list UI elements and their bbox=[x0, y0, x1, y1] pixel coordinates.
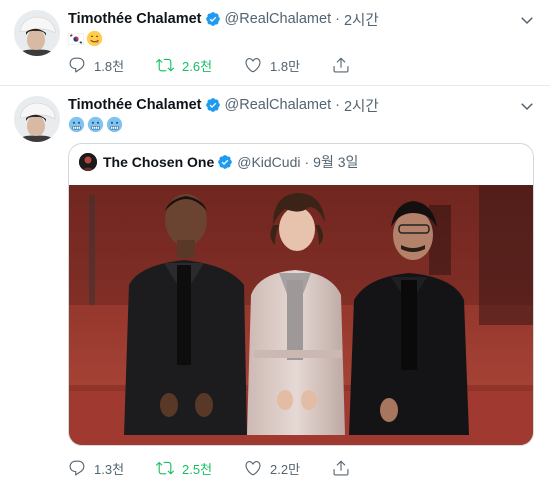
tweet-2[interactable]: Timothée Chalamet @RealChalamet · 2시간 Th… bbox=[0, 86, 550, 483]
separator: · bbox=[335, 11, 340, 27]
south-korea-flag-icon bbox=[67, 32, 85, 48]
like-button[interactable]: 2.2만 bbox=[244, 459, 332, 478]
tweet-header: Timothée Chalamet @RealChalamet · 2시간 bbox=[68, 95, 379, 115]
reply-count: 1.8천 bbox=[94, 58, 125, 74]
face-savoring-food-emoji-icon bbox=[86, 30, 103, 50]
author-handle[interactable]: @RealChalamet bbox=[225, 11, 332, 27]
author-avatar[interactable] bbox=[14, 96, 60, 142]
verified-badge-icon bbox=[205, 97, 221, 113]
verified-badge-icon bbox=[217, 154, 233, 170]
share-icon bbox=[333, 460, 349, 476]
share-icon bbox=[333, 57, 349, 73]
tweet-time[interactable]: 2시간 bbox=[344, 9, 379, 30]
quoted-author-name: The Chosen One bbox=[103, 154, 215, 170]
quoted-tweet-photo[interactable] bbox=[69, 185, 533, 445]
retweet-button[interactable]: 2.6천 bbox=[156, 56, 244, 75]
author-name[interactable]: Timothée Chalamet bbox=[68, 97, 202, 113]
tweet-1[interactable]: Timothée Chalamet @RealChalamet · 2시간 1.… bbox=[0, 0, 550, 86]
reply-icon bbox=[69, 460, 85, 476]
cold-face-emoji-icon bbox=[87, 116, 104, 136]
share-button[interactable] bbox=[332, 56, 362, 74]
retweet-count: 2.5천 bbox=[182, 461, 213, 477]
retweet-icon bbox=[156, 461, 174, 475]
retweet-button[interactable]: 2.5천 bbox=[156, 459, 244, 478]
more-options-chevron-icon[interactable] bbox=[518, 97, 536, 115]
heart-icon bbox=[245, 58, 261, 73]
quoted-tweet[interactable]: The Chosen One @KidCudi · 9월 3일 bbox=[68, 143, 534, 446]
retweet-count: 2.6천 bbox=[182, 58, 213, 74]
tweet-text bbox=[68, 116, 123, 136]
tweet-header: Timothée Chalamet @RealChalamet · 2시간 bbox=[68, 9, 379, 29]
author-handle[interactable]: @RealChalamet bbox=[225, 97, 332, 113]
cold-face-emoji-icon bbox=[106, 116, 123, 136]
separator: · bbox=[304, 154, 310, 170]
verified-badge-icon bbox=[205, 11, 221, 27]
reply-button[interactable]: 1.3천 bbox=[68, 459, 156, 478]
reply-count: 1.3천 bbox=[94, 461, 125, 477]
separator: · bbox=[335, 97, 340, 113]
reply-button[interactable]: 1.8천 bbox=[68, 56, 156, 75]
retweet-icon bbox=[156, 58, 174, 72]
more-options-chevron-icon[interactable] bbox=[518, 11, 536, 29]
tweet-actions: 1.8천 2.6천 1.8만 bbox=[68, 54, 362, 76]
heart-icon bbox=[245, 461, 261, 476]
like-count: 1.8만 bbox=[270, 58, 301, 74]
tweet-actions: 1.3천 2.5천 2.2만 bbox=[68, 457, 362, 479]
quoted-author-handle: @KidCudi bbox=[237, 154, 301, 170]
like-button[interactable]: 1.8만 bbox=[244, 56, 332, 75]
quoted-tweet-date: 9월 3일 bbox=[313, 154, 359, 170]
quoted-author-avatar bbox=[79, 153, 97, 171]
cold-face-emoji-icon bbox=[68, 116, 85, 136]
quoted-tweet-header: The Chosen One @KidCudi · 9월 3일 bbox=[79, 152, 358, 172]
reply-icon bbox=[69, 57, 85, 73]
author-name[interactable]: Timothée Chalamet bbox=[68, 11, 202, 27]
share-button[interactable] bbox=[332, 459, 362, 477]
author-avatar[interactable] bbox=[14, 10, 60, 56]
tweet-text bbox=[67, 30, 103, 50]
tweet-time[interactable]: 2시간 bbox=[344, 95, 379, 116]
like-count: 2.2만 bbox=[270, 461, 301, 477]
